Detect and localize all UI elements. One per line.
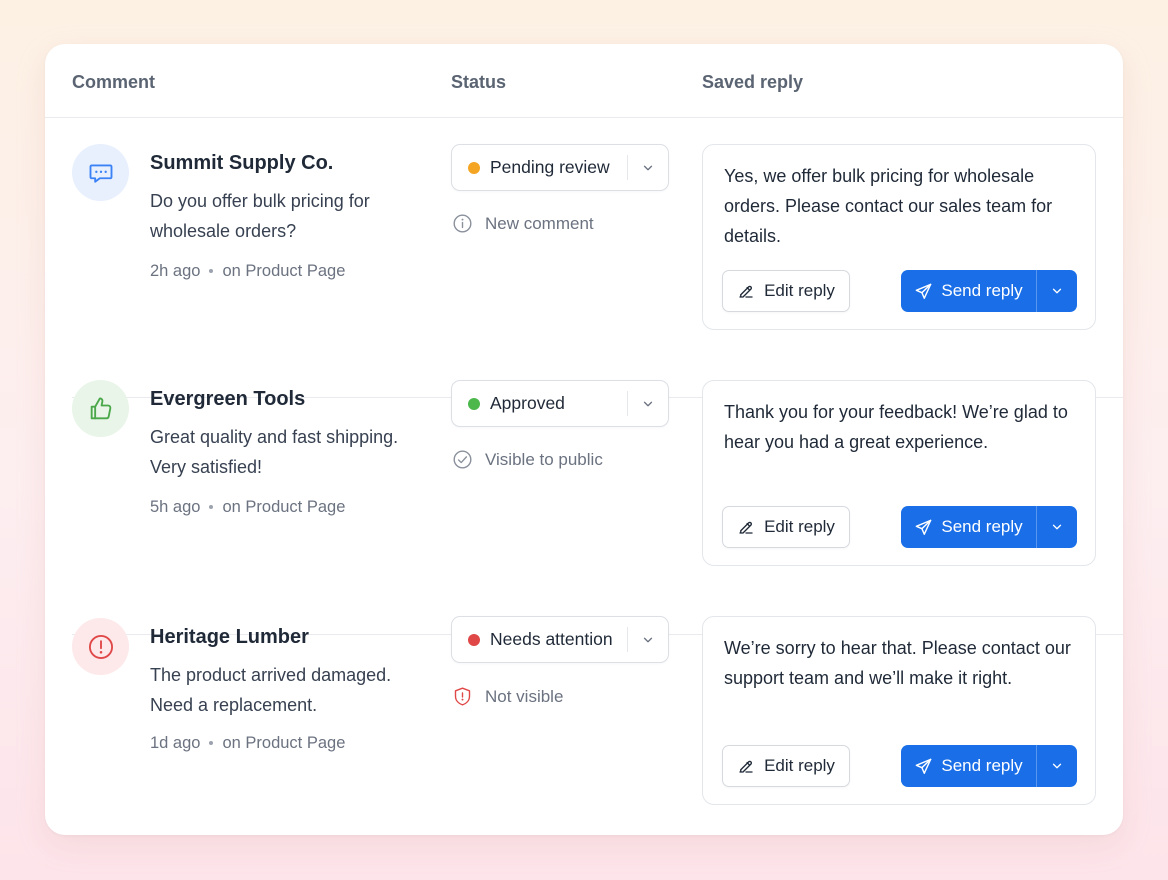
comment-time: 1d ago [150, 734, 201, 752]
table-row: Evergreen Tools Great quality and fast s… [45, 354, 1123, 590]
edit-reply-button[interactable]: Edit reply [722, 506, 850, 548]
edit-reply-label: Edit reply [764, 281, 835, 300]
chat-bubble-icon [72, 144, 129, 201]
comment-meta: 2h ago on Product Page [150, 262, 345, 281]
commenter-name: Evergreen Tools [150, 388, 306, 410]
chevron-down-icon[interactable] [1037, 506, 1077, 548]
saved-reply-text: Thank you for your feedback! We’re glad … [724, 402, 1068, 452]
edit-reply-label: Edit reply [764, 756, 835, 775]
chevron-down-icon[interactable] [1037, 270, 1077, 312]
send-reply-split-button: Send reply [901, 270, 1077, 312]
send-reply-button[interactable]: Send reply [901, 745, 1036, 787]
send-reply-button[interactable]: Send reply [901, 506, 1036, 548]
send-reply-label: Send reply [941, 281, 1023, 300]
chevron-down-icon[interactable] [628, 617, 668, 662]
check-circle-icon [453, 450, 472, 469]
comment-location[interactable]: on Product Page [222, 734, 345, 752]
comment-text: The product arrived damaged. Need a repl… [150, 665, 392, 715]
separator-dot [209, 740, 214, 745]
commenter-name: Heritage Lumber [150, 626, 309, 648]
column-header-status: Status [451, 72, 507, 92]
comment-text: Do you offer bulk pricing for wholesale … [150, 191, 370, 241]
separator-dot [209, 268, 214, 273]
alert-circle-icon [72, 618, 129, 675]
chevron-down-icon[interactable] [628, 145, 668, 190]
status-note: New comment [452, 213, 594, 234]
send-icon [916, 758, 932, 774]
commenter-name: Summit Supply Co. [150, 152, 334, 174]
comment-text: Great quality and fast shipping. Very sa… [150, 427, 399, 477]
column-header-comment: Comment [72, 72, 156, 92]
pencil-icon [739, 521, 753, 534]
info-icon [453, 214, 472, 233]
saved-reply-box: Thank you for your feedback! We’re glad … [702, 380, 1096, 566]
pencil-icon [739, 285, 753, 298]
saved-reply-box: We’re sorry to hear that. Please contact… [702, 616, 1096, 805]
thumbs-up-icon [72, 380, 129, 437]
status-note-text: Visible to public [485, 449, 603, 469]
comment-location[interactable]: on Product Page [222, 498, 345, 516]
edit-reply-button[interactable]: Edit reply [722, 745, 850, 787]
comment-location[interactable]: on Product Page [222, 262, 345, 280]
send-icon [916, 283, 932, 299]
comment-meta: 5h ago on Product Page [150, 498, 345, 517]
column-header-saved-reply: Saved reply [702, 72, 804, 92]
status-value: Pending review [490, 157, 610, 177]
status-value: Approved [490, 393, 565, 413]
status-indicator-dot [468, 161, 480, 174]
separator-dot [209, 504, 214, 509]
shield-alert-icon [454, 687, 471, 706]
status-note: Not visible [452, 686, 563, 707]
send-reply-label: Send reply [941, 517, 1023, 536]
status-note: Visible to public [452, 449, 603, 470]
send-reply-label: Send reply [941, 756, 1023, 775]
status-note-text: Not visible [485, 686, 564, 706]
saved-reply-text: We’re sorry to hear that. Please contact… [724, 638, 1071, 688]
comment-time: 2h ago [150, 262, 201, 280]
send-reply-split-button: Send reply [901, 745, 1077, 787]
send-reply-split-button: Send reply [901, 506, 1077, 548]
status-dropdown[interactable]: Needs attention [451, 616, 669, 663]
pencil-icon [739, 760, 753, 773]
send-icon [916, 519, 932, 535]
chevron-down-icon[interactable] [1037, 745, 1077, 787]
status-indicator-dot [468, 633, 480, 646]
edit-reply-label: Edit reply [764, 517, 835, 536]
saved-reply-box: Yes, we offer bulk pricing for wholesale… [702, 144, 1096, 330]
chevron-down-icon[interactable] [628, 381, 668, 426]
table-row: Summit Supply Co. Do you offer bulk pric… [45, 118, 1123, 354]
status-value: Needs attention [490, 629, 613, 649]
table-row: Heritage Lumber The product arrived dama… [45, 592, 1123, 828]
comment-meta: 1d ago on Product Page [150, 734, 345, 753]
status-indicator-dot [468, 397, 480, 410]
comments-card: Comment Status Saved reply Summit Supply… [45, 44, 1123, 835]
status-dropdown[interactable]: Approved [451, 380, 669, 427]
saved-reply-text: Yes, we offer bulk pricing for wholesale… [724, 166, 1053, 246]
edit-reply-button[interactable]: Edit reply [722, 270, 850, 312]
status-dropdown[interactable]: Pending review [451, 144, 669, 191]
status-note-text: New comment [485, 213, 594, 233]
table-header: Comment Status Saved reply [45, 44, 1123, 118]
send-reply-button[interactable]: Send reply [901, 270, 1036, 312]
comment-time: 5h ago [150, 498, 201, 516]
